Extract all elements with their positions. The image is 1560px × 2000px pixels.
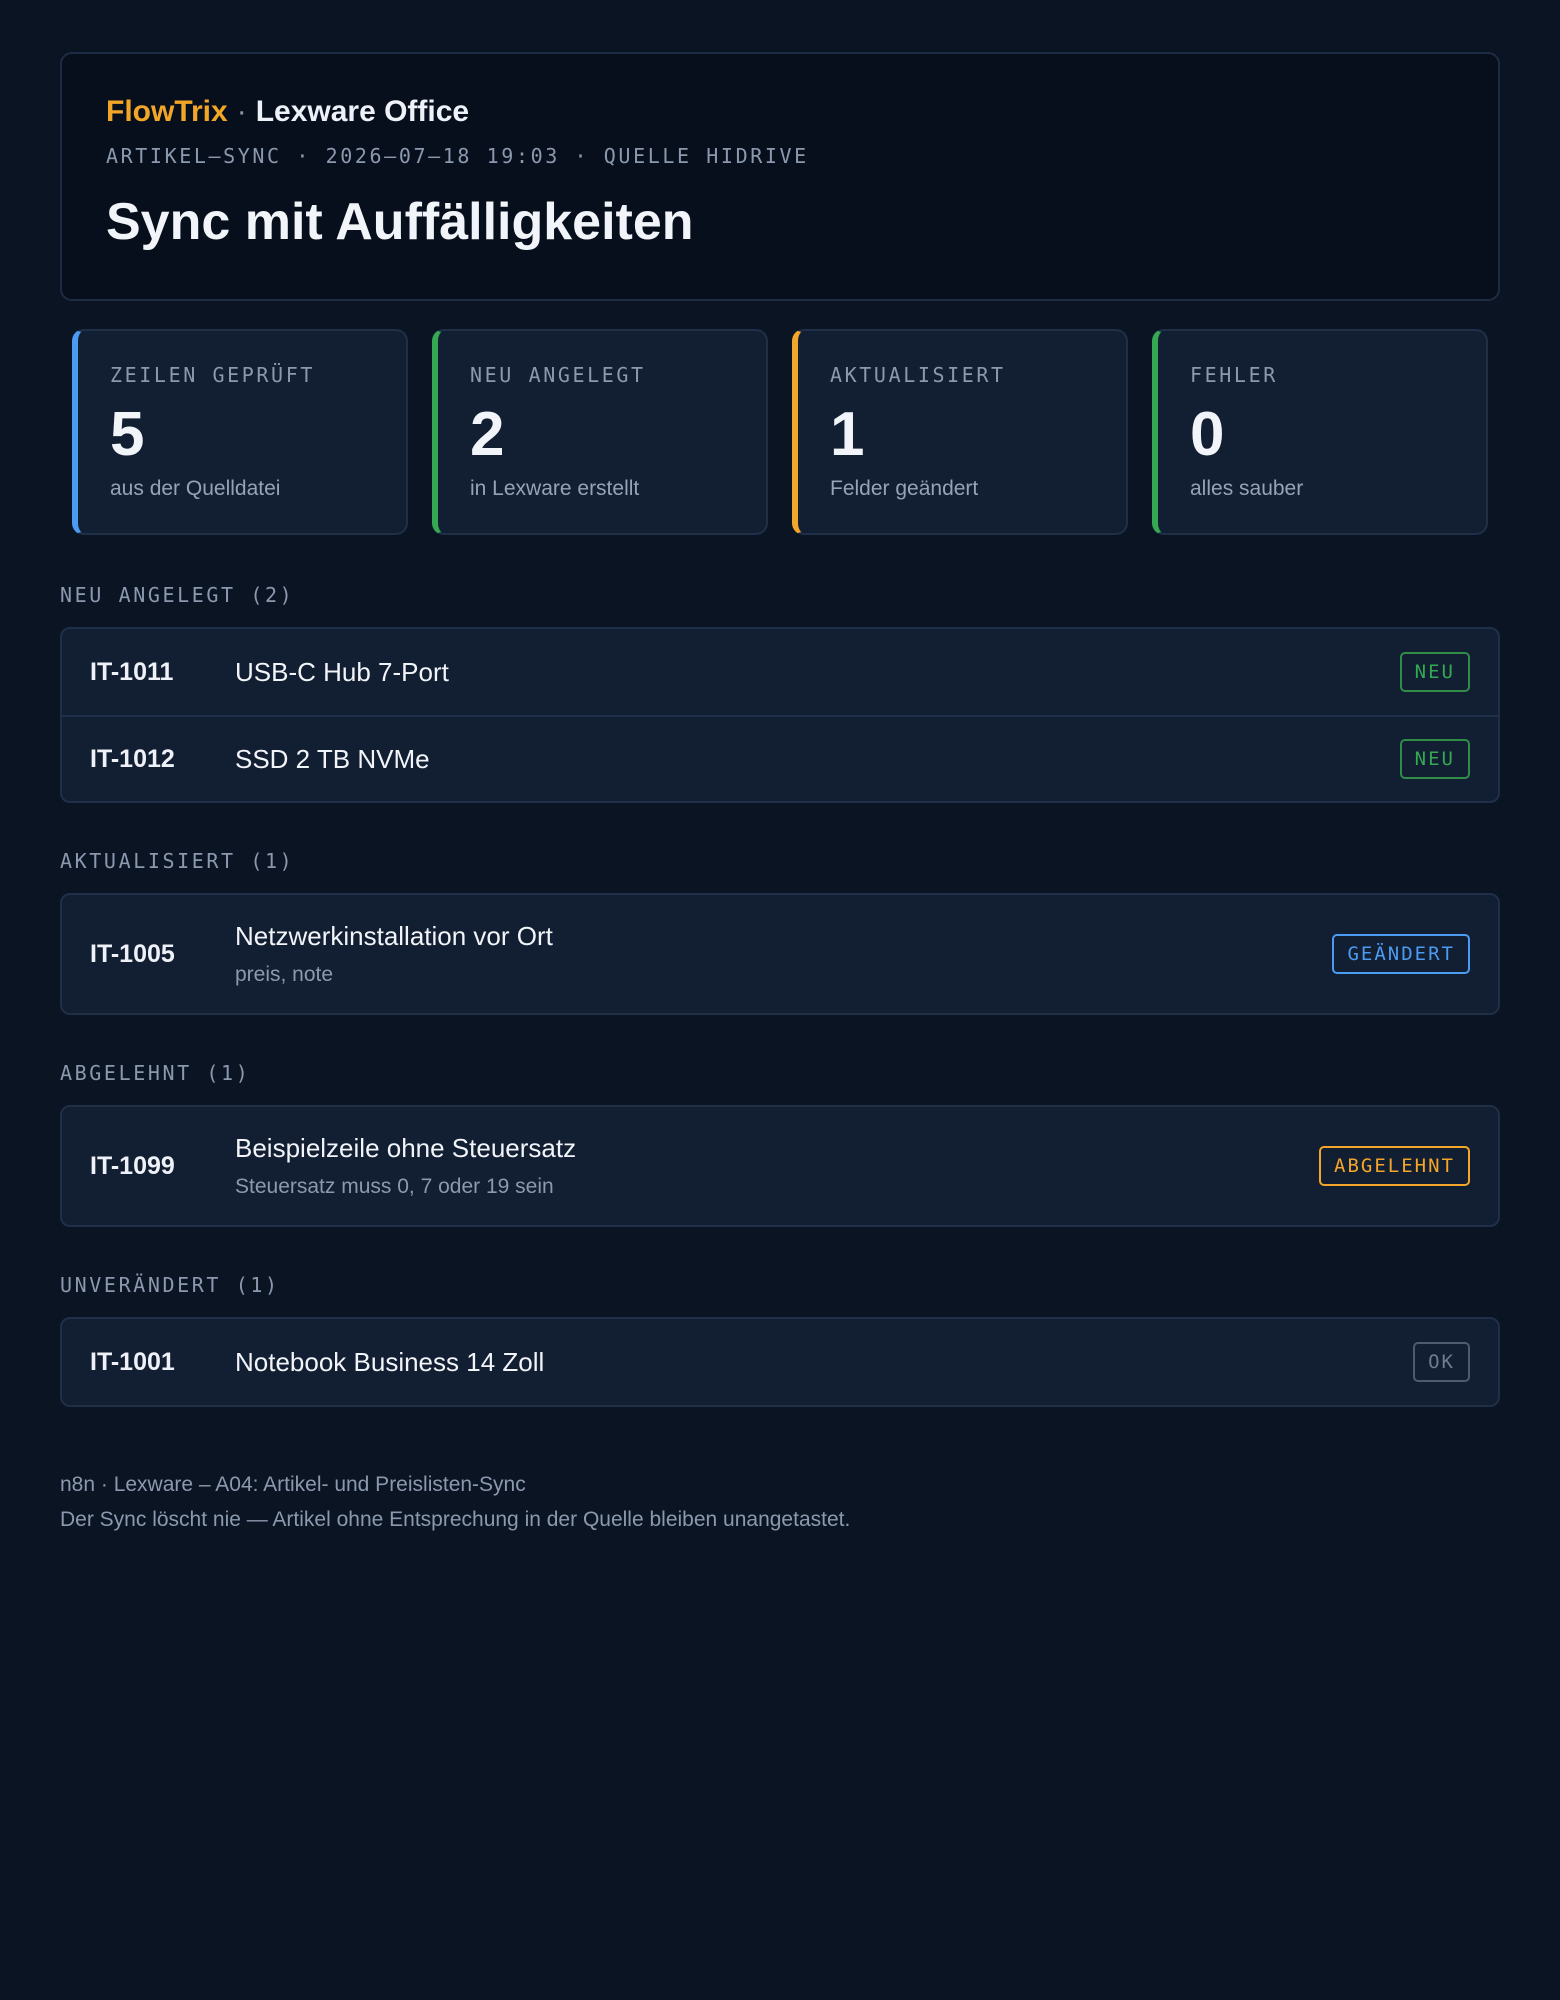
- status-badge: OK: [1413, 1342, 1470, 1382]
- stat-value: 1: [830, 400, 865, 469]
- section-card: IT-1001 Notebook Business 14 Zoll OK: [60, 1317, 1500, 1407]
- sync-report: FlowTrix · Lexware Office ARTIKEL–SYNC · 2…: [60, 52, 1500, 1537]
- brand-name: FlowTrix: [106, 95, 228, 128]
- section-card: IT-1011 USB-C Hub 7-Port NEU IT-1012 SSD…: [60, 627, 1500, 803]
- article-sku: IT-1001: [90, 1347, 175, 1376]
- table-row: IT-1012 SSD 2 TB NVMe NEU: [62, 715, 1498, 801]
- section-heading: AKTUALISIERT (1): [60, 849, 295, 873]
- section-updated: AKTUALISIERT (1) IT-1005 Netzwerkinstall…: [60, 847, 1500, 1015]
- stat-card-rows-checked: ZEILEN GEPRÜFT 5 aus der Quelldatei: [72, 329, 408, 535]
- article-name: Netzwerkinstallation vor Ort: [235, 921, 553, 951]
- status-badge: NEU: [1399, 739, 1470, 779]
- article-sku: IT-1012: [90, 744, 175, 773]
- article-desc: Notebook Business 14 Zoll: [235, 1345, 1413, 1379]
- stats-row: ZEILEN GEPRÜFT 5 aus der Quelldatei NEU …: [60, 329, 1500, 535]
- section-heading: NEU ANGELEGT (2): [60, 583, 295, 607]
- section-unchanged: UNVERÄNDERT (1) IT-1001 Notebook Busines…: [60, 1271, 1500, 1407]
- table-row: IT-1011 USB-C Hub 7-Port NEU: [62, 629, 1498, 715]
- status-badge: ABGELEHNT: [1319, 1146, 1470, 1186]
- article-desc: Netzwerkinstallation vor Ort preis, note: [235, 919, 1332, 989]
- article-desc: USB-C Hub 7-Port: [235, 655, 1400, 689]
- section-card: IT-1099 Beispielzeile ohne Steuersatz St…: [60, 1105, 1500, 1227]
- stat-label: FEHLER: [1190, 363, 1278, 387]
- footer-note: Der Sync löscht nie — Artikel ohne Entsp…: [60, 1508, 851, 1531]
- table-row: IT-1099 Beispielzeile ohne Steuersatz St…: [62, 1107, 1498, 1225]
- section-rejected: ABGELEHNT (1) IT-1099 Beispielzeile ohne…: [60, 1059, 1500, 1227]
- footer-workflow-line: n8n · Lexware – A04: Artikel- und Preisl…: [60, 1473, 526, 1496]
- product-name: Lexware Office: [255, 95, 470, 128]
- stat-card-updated: AKTUALISIERT 1 Felder geändert: [792, 329, 1128, 535]
- article-desc: Beispielzeile ohne Steuersatz Steuersatz…: [235, 1131, 1319, 1201]
- section-card: IT-1005 Netzwerkinstallation vor Ort pre…: [60, 893, 1500, 1015]
- section-heading: UNVERÄNDERT (1): [60, 1273, 280, 1297]
- stat-subtitle: alles sauber: [1190, 477, 1304, 500]
- stat-card-created: NEU ANGELEGT 2 in Lexware erstellt: [432, 329, 768, 535]
- stat-subtitle: Felder geändert: [830, 477, 979, 500]
- article-name: Beispielzeile ohne Steuersatz: [235, 1133, 577, 1163]
- stat-subtitle: aus der Quelldatei: [110, 477, 281, 500]
- stat-label: AKTUALISIERT: [830, 363, 1006, 387]
- article-sku: IT-1005: [90, 939, 175, 968]
- article-name: USB-C Hub 7-Port: [235, 657, 449, 687]
- table-row: IT-1001 Notebook Business 14 Zoll OK: [62, 1319, 1498, 1405]
- page-title: Sync mit Auffälligkeiten: [106, 193, 694, 251]
- report-header: FlowTrix · Lexware Office ARTIKEL–SYNC · 2…: [60, 52, 1500, 301]
- article-sku: IT-1099: [90, 1151, 175, 1180]
- article-name: Notebook Business 14 Zoll: [235, 1347, 545, 1377]
- table-row: IT-1005 Netzwerkinstallation vor Ort pre…: [62, 895, 1498, 1013]
- article-desc: SSD 2 TB NVMe: [235, 742, 1400, 776]
- section-heading: ABGELEHNT (1): [60, 1061, 251, 1085]
- brand-line: FlowTrix · Lexware Office: [106, 92, 1454, 132]
- stat-label: ZEILEN GEPRÜFT: [110, 363, 315, 387]
- status-badge: GEÄNDERT: [1332, 934, 1470, 974]
- article-detail: Steuersatz muss 0, 7 oder 19 sein: [235, 1175, 554, 1198]
- article-name: SSD 2 TB NVMe: [235, 744, 430, 774]
- stat-label: NEU ANGELEGT: [470, 363, 646, 387]
- report-meta: ARTIKEL–SYNC · 2026–07–18 19:03 · QUELLE…: [106, 144, 809, 168]
- stat-card-errors: FEHLER 0 alles sauber: [1152, 329, 1488, 535]
- stat-value: 2: [470, 400, 505, 469]
- stat-value: 0: [1190, 400, 1225, 469]
- stat-subtitle: in Lexware erstellt: [470, 477, 640, 500]
- stat-value: 5: [110, 400, 145, 469]
- brand-separator: ·: [236, 95, 247, 128]
- article-detail: preis, note: [235, 963, 334, 986]
- article-sku: IT-1011: [90, 657, 174, 686]
- report-footer: n8n · Lexware – A04: Artikel- und Preisl…: [60, 1467, 1500, 1537]
- section-new: NEU ANGELEGT (2) IT-1011 USB-C Hub 7-Por…: [60, 581, 1500, 803]
- status-badge: NEU: [1399, 652, 1470, 692]
